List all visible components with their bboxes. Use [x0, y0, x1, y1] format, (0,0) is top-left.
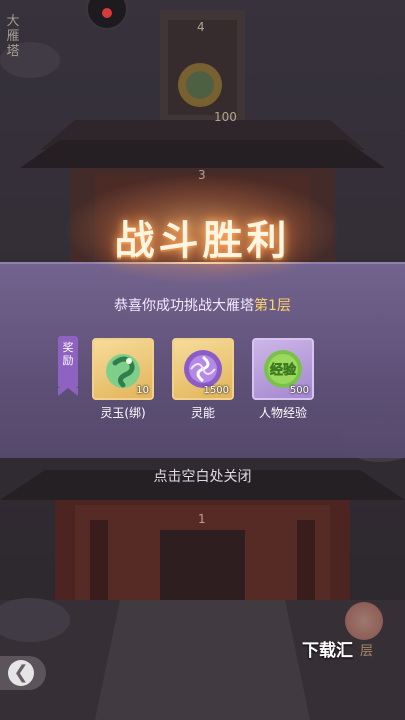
reward-tag: 奖励: [58, 336, 78, 396]
experience-icon-text: 经验: [270, 362, 297, 378]
watermark: 下载汇: [302, 641, 353, 661]
subtitle-text: 恭喜你成功挑战大雁塔: [114, 298, 255, 314]
battle-result-screen[interactable]: 大雁塔 4 100 3 1 层 战斗胜利 恭喜你成功挑战大雁塔第1层 奖励 10…: [0, 0, 405, 720]
reward-item-spirit-energy[interactable]: 1500: [172, 338, 234, 400]
floor-highlight: 第1层: [254, 298, 291, 314]
reward-quantity: 500: [289, 385, 309, 396]
corner-label: 层: [360, 644, 374, 659]
reward-name: 灵玉(绑): [100, 406, 146, 420]
reward-name: 人物经验: [258, 406, 307, 420]
floor-number-top: 4: [197, 20, 205, 34]
victory-title: 战斗胜利: [114, 217, 291, 264]
reward-name: 灵能: [190, 406, 215, 420]
reward-item-spirit-jade[interactable]: 10: [92, 338, 154, 400]
reward-quantity: 10: [136, 385, 149, 396]
floor-number-current: 1: [198, 512, 206, 526]
tower-name-label: 大雁塔: [6, 14, 20, 59]
floor-reward-count: 100: [214, 110, 237, 124]
title-underline: [92, 262, 314, 264]
back-arrow-icon: ❮: [8, 660, 34, 686]
back-button[interactable]: ❮: [0, 656, 46, 690]
corner-avatar-icon[interactable]: [345, 602, 383, 640]
victory-subtitle: 恭喜你成功挑战大雁塔第1层: [0, 295, 405, 315]
reward-quantity: 1500: [203, 385, 229, 396]
close-hint[interactable]: 点击空白处关闭: [0, 466, 405, 486]
reward-item-experience[interactable]: 经验 500: [252, 338, 314, 400]
notification-dot: [102, 8, 112, 18]
